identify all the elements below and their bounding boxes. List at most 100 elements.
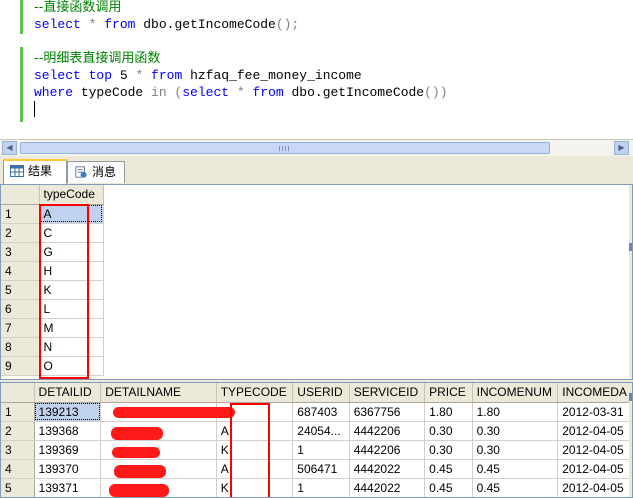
cell-serviceid[interactable]: 4442022 bbox=[349, 459, 426, 479]
table-row[interactable]: 1A bbox=[1, 204, 104, 224]
row-number[interactable]: 1 bbox=[1, 402, 35, 422]
cell-detailid[interactable]: 139371 bbox=[34, 478, 102, 497]
cell-detailid[interactable]: 139213 bbox=[34, 402, 102, 422]
cell-typecode[interactable]: L bbox=[39, 299, 104, 319]
table-row[interactable]: 7M bbox=[1, 318, 104, 338]
cell-typecode[interactable]: K bbox=[39, 280, 104, 300]
row-number[interactable]: 2 bbox=[1, 421, 35, 441]
cell-incomenum[interactable]: 0.30 bbox=[472, 421, 559, 441]
row-number[interactable]: 7 bbox=[1, 318, 40, 338]
cell-detailid[interactable]: 139368 bbox=[34, 421, 102, 441]
cell-price[interactable]: 0.45 bbox=[424, 459, 473, 479]
cell-typecode[interactable]: M bbox=[39, 318, 104, 338]
scroll-left-arrow-icon[interactable]: ◀ bbox=[2, 141, 17, 155]
row-number[interactable]: 1 bbox=[1, 204, 40, 224]
column-header-typecode[interactable]: TYPECODE bbox=[216, 383, 294, 403]
column-header-detailid[interactable]: DETAILID bbox=[34, 383, 102, 403]
cell-incomeda[interactable]: 2012-04-05 bbox=[557, 459, 632, 479]
column-header-detailname[interactable]: DETAILNAME bbox=[100, 383, 217, 403]
scroll-nub[interactable] bbox=[629, 243, 632, 251]
cell-userid[interactable]: 687403 bbox=[292, 402, 350, 422]
cell-incomenum[interactable]: 1.80 bbox=[472, 402, 559, 422]
grid2-scrollbar[interactable] bbox=[629, 383, 632, 497]
row-number[interactable]: 3 bbox=[1, 242, 40, 262]
column-header-incomeda[interactable]: INCOMEDA bbox=[557, 383, 632, 403]
cell-userid[interactable]: 1 bbox=[292, 478, 350, 497]
cell-incomeda[interactable]: 2012-03-31 bbox=[557, 402, 632, 422]
table-row[interactable]: 8N bbox=[1, 337, 104, 357]
table-row[interactable]: 2C bbox=[1, 223, 104, 243]
cell-detailid[interactable]: 139369 bbox=[34, 440, 102, 460]
cell-typecode[interactable]: N bbox=[39, 337, 104, 357]
row-number[interactable]: 5 bbox=[1, 280, 40, 300]
corner-header[interactable] bbox=[1, 383, 35, 403]
row-number[interactable]: 4 bbox=[1, 261, 40, 281]
table-row[interactable]: 5K bbox=[1, 280, 104, 300]
cell-price[interactable]: 0.45 bbox=[424, 478, 473, 497]
table-row[interactable]: 4 139370 A 506471 4442022 0.45 0.45 2012-04-05 bbox=[1, 459, 632, 479]
column-header-price[interactable]: PRICE bbox=[424, 383, 473, 403]
code-line: --明细表直接调用函数 bbox=[34, 50, 160, 67]
corner-header[interactable] bbox=[1, 185, 40, 205]
cell-serviceid[interactable]: 6367756 bbox=[349, 402, 426, 422]
column-header-userid[interactable]: USERID bbox=[292, 383, 350, 403]
sql-editor[interactable]: --直接函数调用 select * from dbo.getIncomeCode(… bbox=[0, 0, 633, 139]
cell-typecode[interactable]: A bbox=[216, 421, 294, 441]
row-number[interactable]: 9 bbox=[1, 356, 40, 376]
table-row[interactable]: 6L bbox=[1, 299, 104, 319]
cell-typecode[interactable]: K bbox=[216, 478, 294, 497]
cell-typecode[interactable]: A bbox=[39, 204, 104, 224]
column-header-serviceid[interactable]: SERVICEID bbox=[349, 383, 426, 403]
scroll-right-arrow-icon[interactable]: ▶ bbox=[614, 141, 629, 155]
cell-incomeda[interactable]: 2012-04-05 bbox=[557, 421, 632, 441]
cell-incomenum[interactable]: 0.45 bbox=[472, 478, 559, 497]
redaction-mark bbox=[113, 407, 235, 418]
row-number[interactable]: 2 bbox=[1, 223, 40, 243]
cell-userid[interactable]: 24054... bbox=[292, 421, 350, 441]
cell-serviceid[interactable]: 4442206 bbox=[349, 440, 426, 460]
table-row[interactable]: 2 139368 A 24054... 4442206 0.30 0.30 2012-04-0… bbox=[1, 421, 632, 441]
cell-incomeda[interactable]: 2012-04-05 bbox=[557, 478, 632, 497]
column-header-incomenum[interactable]: INCOMENUM bbox=[472, 383, 559, 403]
row-number[interactable]: 6 bbox=[1, 299, 40, 319]
cell-detailid[interactable]: 139370 bbox=[34, 459, 102, 479]
table-row[interactable]: 9O bbox=[1, 356, 104, 376]
cell-typecode[interactable]: H bbox=[39, 261, 104, 281]
table-row[interactable]: 3G bbox=[1, 242, 104, 262]
cell-userid[interactable]: 1 bbox=[292, 440, 350, 460]
cell-serviceid[interactable]: 4442022 bbox=[349, 478, 426, 497]
cell-price[interactable]: 1.80 bbox=[424, 402, 473, 422]
cell-typecode[interactable]: K bbox=[216, 440, 294, 460]
sql-token: ()) bbox=[424, 85, 448, 100]
scroll-nub[interactable] bbox=[629, 393, 632, 401]
cell-incomeda[interactable]: 2012-04-05 bbox=[557, 440, 632, 460]
table-row[interactable]: 4H bbox=[1, 261, 104, 281]
row-number[interactable]: 3 bbox=[1, 440, 35, 460]
cell-incomenum[interactable]: 0.30 bbox=[472, 440, 559, 460]
tab-messages[interactable]: 消息 bbox=[67, 161, 125, 183]
sql-token: hzfaq_fee_money_income bbox=[182, 68, 362, 83]
tab-results[interactable]: 结果 bbox=[3, 159, 67, 184]
editor-horizontal-scrollbar[interactable]: ◀ ▶ bbox=[0, 139, 633, 156]
row-number[interactable]: 8 bbox=[1, 337, 40, 357]
cell-price[interactable]: 0.30 bbox=[424, 421, 473, 441]
cell-userid[interactable]: 506471 bbox=[292, 459, 350, 479]
row-number[interactable]: 4 bbox=[1, 459, 35, 479]
cell-incomenum[interactable]: 0.45 bbox=[472, 459, 559, 479]
grid1-scrollbar[interactable] bbox=[629, 185, 632, 379]
table-row[interactable]: 5 139371 K 1 4442022 0.45 0.45 2012-04-05 bbox=[1, 478, 632, 497]
cell-typecode[interactable]: C bbox=[39, 223, 104, 243]
cell-typecode[interactable]: O bbox=[39, 356, 104, 376]
table-row[interactable]: 3 139369 K 1 4442206 0.30 0.30 2012-04-05 bbox=[1, 440, 632, 460]
table-row[interactable]: 1139213G68740363677561.801.802012-03-31 bbox=[1, 402, 632, 422]
cell-price[interactable]: 0.30 bbox=[424, 440, 473, 460]
result-grid-2[interactable]: DETAILID DETAILNAME TYPECODE USERID SERVICEI… bbox=[0, 382, 633, 498]
scrollbar-thumb[interactable] bbox=[20, 142, 550, 154]
cell-typecode[interactable]: A bbox=[216, 459, 294, 479]
column-header[interactable]: typeCode bbox=[39, 185, 104, 205]
result-grid-1[interactable]: typeCode 1A2C3G4H5K6L7M8N9O bbox=[0, 184, 633, 380]
cell-serviceid[interactable]: 4442206 bbox=[349, 421, 426, 441]
sql-token: dbo.getIncomeCode bbox=[283, 85, 425, 100]
cell-typecode[interactable]: G bbox=[39, 242, 104, 262]
row-number[interactable]: 5 bbox=[1, 478, 35, 497]
